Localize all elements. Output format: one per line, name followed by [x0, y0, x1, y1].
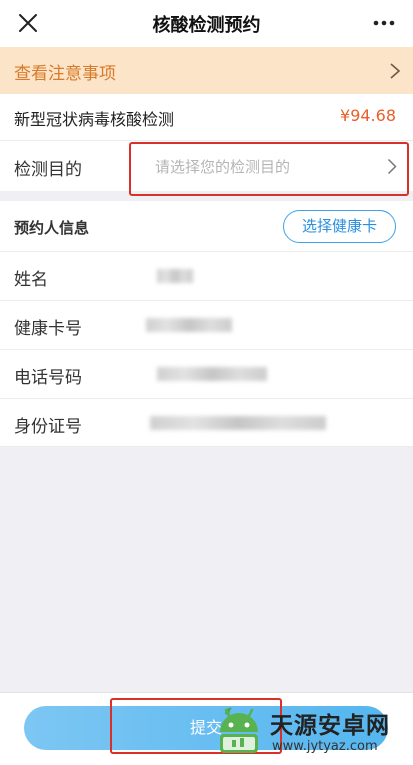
watermark-title: 天源安卓网 [270, 713, 390, 739]
select-health-card-button[interactable]: 选择健康卡 [283, 210, 396, 243]
more-icon[interactable] [373, 20, 395, 26]
android-logo-icon [220, 707, 258, 753]
watermark: 天源安卓网 www.jytyaz.com [214, 703, 407, 759]
test-item-price: ¥94.68 [340, 106, 396, 125]
test-item-name: 新型冠状病毒核酸检测 [14, 110, 175, 129]
id-number-value-redacted [150, 416, 326, 430]
purpose-label: 检测目的 [14, 160, 82, 180]
health-card-row[interactable]: 健康卡号 [0, 300, 413, 349]
id-number-row[interactable]: 身份证号 [0, 398, 413, 447]
health-card-value-redacted [146, 318, 232, 332]
purpose-highlight-box [129, 142, 409, 196]
notice-text: 查看注意事项 [14, 64, 116, 84]
nav-bar: 核酸检测预约 [0, 0, 413, 47]
section-title: 预约人信息 [14, 219, 90, 237]
phone-value-redacted [157, 367, 267, 381]
booker-info-header: 预约人信息 选择健康卡 [0, 201, 413, 251]
phone-label: 电话号码 [14, 368, 82, 388]
test-item-row: 新型冠状病毒核酸检测 ¥94.68 [0, 94, 413, 140]
notice-banner[interactable]: 查看注意事项 [0, 47, 413, 94]
chevron-right-icon [390, 63, 401, 79]
health-card-label: 健康卡号 [14, 319, 82, 339]
name-label: 姓名 [14, 270, 48, 290]
name-value-redacted [157, 269, 193, 283]
phone-row[interactable]: 电话号码 [0, 349, 413, 398]
id-number-label: 身份证号 [14, 417, 82, 437]
page-title: 核酸检测预约 [152, 15, 261, 36]
name-row[interactable]: 姓名 [0, 251, 413, 300]
watermark-url: www.jytyaz.com [272, 739, 378, 754]
